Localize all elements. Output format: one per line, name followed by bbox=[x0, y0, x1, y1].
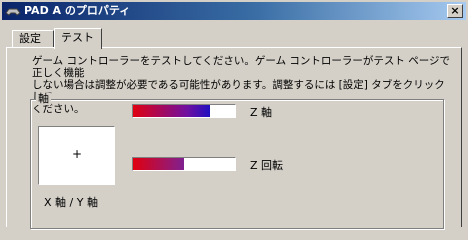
tab-settings[interactable]: 設定 bbox=[12, 30, 54, 47]
title-bar[interactable]: PAD A のプロパティ × bbox=[2, 2, 466, 20]
tab-test[interactable]: テスト bbox=[54, 28, 102, 49]
xy-axis-display: + bbox=[38, 126, 115, 185]
tab-strip: 設定 テスト bbox=[6, 26, 462, 49]
xy-axis-label: X 軸 / Y 軸 bbox=[44, 196, 98, 209]
z-rotation-bar bbox=[132, 157, 236, 171]
close-button[interactable]: × bbox=[447, 4, 463, 18]
gamepad-icon bbox=[5, 8, 21, 16]
z-rotation-bar-fill bbox=[133, 158, 184, 170]
z-axis-bar-fill bbox=[133, 105, 210, 117]
properties-window: PAD A のプロパティ × 設定 テスト ゲーム コントローラーをテストしてく… bbox=[0, 0, 468, 229]
z-rotation-label: Z 回転 bbox=[250, 159, 284, 172]
window-title: PAD A のプロパティ bbox=[24, 4, 131, 17]
axes-group-label: 軸 bbox=[36, 92, 51, 105]
z-axis-label: Z 軸 bbox=[250, 106, 273, 119]
z-axis-bar bbox=[132, 104, 236, 118]
crosshair-icon: + bbox=[72, 147, 83, 161]
